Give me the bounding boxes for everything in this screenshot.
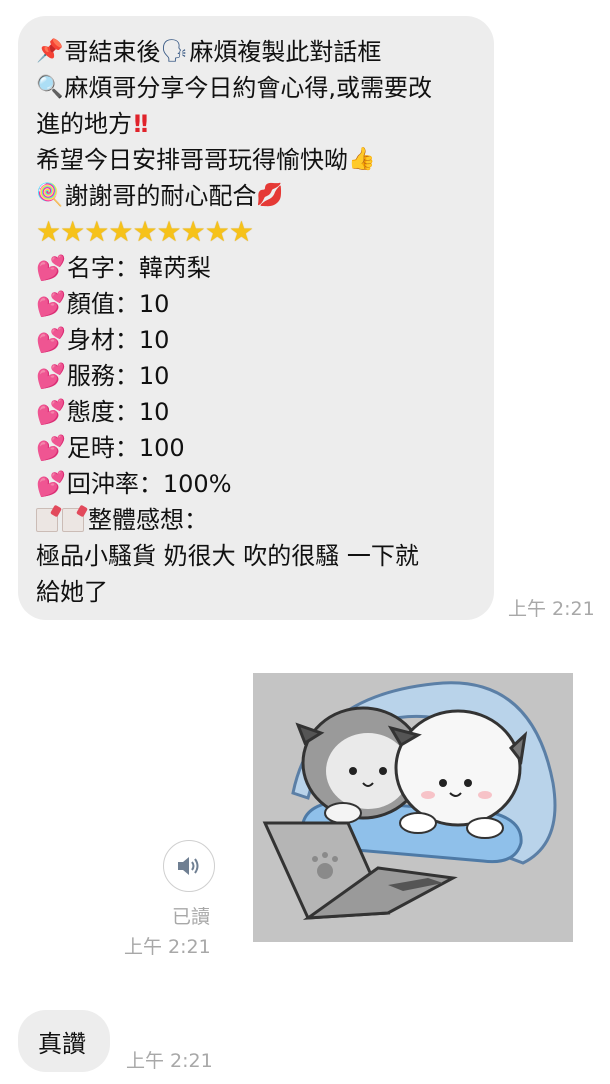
message-text: 真讚 (38, 1029, 86, 1058)
sticker-image (253, 673, 573, 942)
message-timestamp: 上午 2:21 (126, 1050, 213, 1072)
pushpin-icon: 📌 (36, 39, 64, 64)
message-timestamp: 上午 2:21 (508, 598, 595, 620)
rating-line: 💕 身材：10 (36, 322, 480, 358)
star-icon: ★ (180, 215, 206, 248)
star-icon: ★ (84, 215, 109, 248)
play-audio-button[interactable] (163, 840, 215, 892)
heart-icon: 💕 (36, 326, 66, 354)
rating-text: 名字：韓芮梨 (66, 254, 211, 282)
feedback-text: 給她了 (36, 578, 108, 606)
rating-text: 足時：100 (66, 434, 185, 462)
rating-line: 💕 服務：10 (36, 358, 480, 394)
star-icon: ★ (132, 215, 157, 248)
lips-icon: 💋 (256, 183, 284, 208)
message-line: 🍭 謝謝哥的耐心配合 💋 (36, 178, 480, 214)
read-status: 已讀 (172, 906, 211, 928)
star-icon: ★ (228, 215, 254, 248)
rating-text: 服務：10 (66, 362, 170, 390)
rating-line: 💕 回沖率：100% (36, 466, 480, 502)
magnifier-icon: 🔍 (36, 75, 64, 100)
stars-row: ★ ★ ★ ★ ★ ★ ★ ★ ★ (36, 214, 480, 250)
feedback-text: 極品小騷貨 奶很大 吹的很騷 一下就 (36, 542, 419, 570)
thumbs-up-icon: 👍 (348, 147, 376, 172)
message-text: 麻煩哥分享今日約會心得,或需要改 (64, 74, 433, 102)
memo-icon (62, 508, 84, 532)
rating-text: 顏值：10 (66, 290, 170, 318)
rating-text: 態度：10 (66, 398, 170, 426)
message-line: 📌 哥結束後 🗣 麻煩複製此對話框 (36, 34, 480, 70)
message-line: 進的地方 !! (36, 106, 480, 142)
heart-icon: 💕 (36, 254, 66, 282)
heart-icon: 💕 (36, 290, 66, 318)
heart-icon: 💕 (36, 470, 66, 498)
sticker-timestamp: 上午 2:21 (124, 936, 211, 958)
star-icon: ★ (204, 215, 230, 248)
star-icon: ★ (60, 215, 85, 248)
star-icon: ★ (156, 215, 182, 248)
rating-text: 身材：10 (66, 326, 170, 354)
heart-icon: 💕 (36, 434, 66, 462)
memo-icon (36, 508, 58, 532)
heart-icon: 💕 (36, 398, 66, 426)
speaker-icon (178, 857, 199, 875)
message-line: 希望今日安排哥哥玩得愉快呦 👍 (36, 142, 480, 178)
message-text: 麻煩複製此對話框 (189, 38, 382, 66)
rating-line: 💕 態度：10 (36, 394, 480, 430)
feedback-label: 整體感想： (88, 506, 208, 534)
lollipop-icon: 🍭 (36, 183, 64, 208)
cats-laptop-sticker[interactable] (253, 673, 573, 942)
message-text: 進的地方 (36, 110, 132, 138)
rating-line: 💕 足時：100 (36, 430, 480, 466)
rating-line: 💕 顏值：10 (36, 286, 480, 322)
chat-view: 📌 哥結束後 🗣 麻煩複製此對話框 🔍 麻煩哥分享今日約會心得,或需要改 進的地… (0, 0, 610, 1084)
message-text: 謝謝哥的耐心配合 (64, 182, 257, 210)
double-exclamation-icon: !! (132, 110, 150, 138)
feedback-label-line: 整體感想： (36, 502, 480, 538)
incoming-message-bubble[interactable]: 真讚 (18, 1010, 110, 1072)
message-line: 🔍 麻煩哥分享今日約會心得,或需要改 (36, 70, 480, 106)
message-text: 哥結束後 (64, 38, 161, 66)
rating-line: 💕 名字：韓芮梨 (36, 250, 480, 286)
speaking-head-icon: 🗣 (160, 39, 189, 64)
incoming-message-bubble[interactable]: 📌 哥結束後 🗣 麻煩複製此對話框 🔍 麻煩哥分享今日約會心得,或需要改 進的地… (18, 16, 494, 620)
message-text: 希望今日安排哥哥玩得愉快呦 (36, 146, 348, 174)
heart-icon: 💕 (36, 362, 66, 390)
star-icon: ★ (36, 215, 61, 248)
star-icon: ★ (108, 215, 133, 248)
rating-text: 回沖率：100% (66, 470, 232, 498)
